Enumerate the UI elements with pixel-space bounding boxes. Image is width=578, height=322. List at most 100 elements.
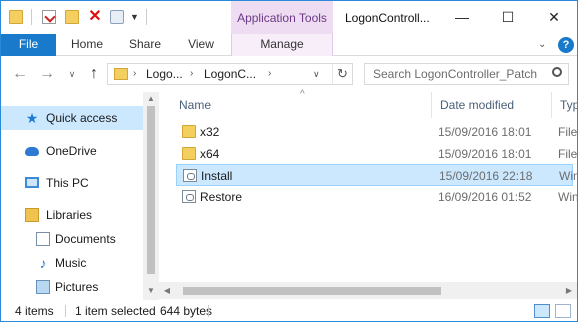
- recent-locations-icon[interactable]: ∨: [65, 65, 79, 83]
- qat-separator: [146, 9, 147, 25]
- pin-icon: ★: [25, 110, 39, 126]
- nav-item-label: Documents: [55, 232, 116, 246]
- nav-item-label: Libraries: [46, 208, 93, 222]
- script-icon: [183, 169, 197, 182]
- address-dropdown-icon[interactable]: ∨: [313, 64, 320, 84]
- tab-home[interactable]: Home: [63, 34, 111, 56]
- file-date: 15/09/2016 22:18: [439, 169, 533, 183]
- details-view-icon[interactable]: [534, 304, 550, 318]
- close-button[interactable]: ✕: [531, 1, 577, 34]
- scroll-down-icon[interactable]: ▼: [143, 284, 159, 298]
- nav-item-label: This PC: [46, 176, 89, 190]
- folder-icon: [182, 125, 196, 138]
- forward-arrow-icon[interactable]: →: [38, 65, 56, 83]
- folder-icon: [114, 68, 128, 80]
- nav-item-label: Quick access: [46, 111, 118, 125]
- libraries-icon: [25, 208, 39, 222]
- item-count: 4 items: [15, 304, 54, 318]
- customize-caret-icon[interactable]: ▼: [130, 10, 144, 24]
- file-name: Restore: [200, 190, 243, 204]
- scroll-left-icon[interactable]: ◀: [159, 282, 175, 299]
- script-icon: [182, 190, 196, 203]
- navigation-pane: ★ Quick access OneDrive This PC Librarie…: [1, 92, 159, 300]
- minimize-button[interactable]: —: [439, 1, 485, 34]
- selection-size: 644 bytes: [160, 304, 213, 318]
- file-name: x32: [200, 125, 220, 139]
- explorer-window: ✕ ▼ Application Tools LogonControll... —…: [0, 0, 578, 322]
- file-type: File: [558, 147, 578, 161]
- documents-icon: [36, 232, 50, 246]
- search-input[interactable]: Search LogonController_Patch: [373, 64, 537, 84]
- up-arrow-icon[interactable]: ↑: [85, 65, 103, 83]
- column-divider[interactable]: [551, 92, 552, 118]
- nav-item-libraries[interactable]: Libraries: [1, 203, 143, 227]
- breadcrumb-separator-icon[interactable]: ›: [268, 64, 271, 84]
- breadcrumb-separator-icon[interactable]: ›: [190, 64, 193, 84]
- expand-ribbon-icon[interactable]: ⌄: [538, 34, 546, 56]
- status-separator: [208, 305, 209, 317]
- column-header-name[interactable]: Name: [179, 94, 211, 116]
- search-icon[interactable]: [552, 67, 562, 77]
- nav-pane-scrollbar[interactable]: ▲ ▼: [143, 92, 159, 300]
- file-type: Win: [558, 190, 578, 204]
- help-icon[interactable]: ?: [558, 37, 574, 53]
- column-header-date[interactable]: Date modified: [440, 94, 514, 116]
- tab-manage[interactable]: Manage: [231, 34, 333, 56]
- nav-item-label: Pictures: [55, 280, 99, 294]
- nav-item-documents[interactable]: Documents: [1, 227, 143, 251]
- file-name: Install: [201, 169, 233, 183]
- nav-item-music[interactable]: ♪ Music: [1, 251, 143, 275]
- large-icons-view-icon[interactable]: [555, 304, 571, 318]
- file-row[interactable]: x64 15/09/2016 18:01 File: [176, 143, 577, 165]
- pictures-icon: [36, 280, 50, 294]
- application-tools-header: Application Tools: [231, 1, 333, 34]
- scrollbar-thumb[interactable]: [147, 106, 155, 274]
- nav-item-label: Music: [55, 256, 87, 270]
- nav-item-label: OneDrive: [46, 144, 97, 158]
- file-name: x64: [200, 147, 220, 161]
- delete-icon[interactable]: ✕: [88, 9, 102, 25]
- music-icon: ♪: [39, 255, 47, 271]
- sort-ascending-icon: ^: [300, 89, 305, 100]
- search-box[interactable]: Search LogonController_Patch: [364, 63, 569, 85]
- nav-item-onedrive[interactable]: OneDrive: [1, 139, 143, 163]
- window-title: LogonControll...: [345, 11, 430, 25]
- breadcrumb-item[interactable]: LogonC...: [204, 64, 256, 84]
- maximize-button[interactable]: ☐: [485, 1, 531, 34]
- tab-share[interactable]: Share: [121, 34, 169, 56]
- status-bar: 4 items 1 item selected 644 bytes: [1, 300, 577, 321]
- onedrive-icon: [25, 147, 39, 156]
- file-type: Win: [559, 169, 578, 183]
- properties-icon[interactable]: [42, 10, 56, 24]
- file-type: File: [558, 125, 578, 139]
- file-date: 15/09/2016 18:01: [438, 147, 532, 161]
- scrollbar-thumb[interactable]: [183, 287, 441, 295]
- nav-item-pictures[interactable]: Pictures: [1, 275, 143, 299]
- breadcrumb-separator-icon[interactable]: ›: [133, 64, 136, 84]
- refresh-icon[interactable]: ↻: [332, 64, 352, 84]
- back-arrow-icon[interactable]: ←: [11, 65, 29, 83]
- file-list: ^ Name Date modified Typ x32 15/09/2016 …: [159, 89, 577, 300]
- recycle-bin-icon[interactable]: [110, 10, 124, 24]
- file-date: 15/09/2016 18:01: [438, 125, 532, 139]
- new-folder-icon[interactable]: [65, 10, 79, 24]
- horizontal-scrollbar[interactable]: ◀ ▶: [159, 282, 577, 299]
- file-row-selected[interactable]: Install 15/09/2016 22:18 Win: [176, 164, 577, 186]
- address-bar[interactable]: › Logo... › LogonC... › ∨ ↻: [107, 63, 353, 85]
- column-header-type[interactable]: Typ: [560, 94, 577, 116]
- column-divider[interactable]: [431, 92, 432, 118]
- tab-view[interactable]: View: [177, 34, 225, 56]
- selection-count: 1 item selected: [75, 304, 156, 318]
- this-pc-icon: [25, 177, 39, 188]
- qat-separator: [31, 9, 32, 25]
- status-separator: [65, 305, 66, 317]
- scroll-up-icon[interactable]: ▲: [143, 92, 159, 106]
- file-row[interactable]: Restore 16/09/2016 01:52 Win: [176, 186, 577, 208]
- scroll-right-icon[interactable]: ▶: [561, 282, 577, 299]
- breadcrumb-item[interactable]: Logo...: [146, 64, 183, 84]
- file-row[interactable]: x32 15/09/2016 18:01 File: [176, 121, 577, 143]
- tab-file[interactable]: File: [1, 34, 56, 56]
- nav-item-this-pc[interactable]: This PC: [1, 171, 143, 195]
- folder-icon[interactable]: [9, 10, 23, 24]
- nav-item-quick-access[interactable]: ★ Quick access: [1, 106, 143, 130]
